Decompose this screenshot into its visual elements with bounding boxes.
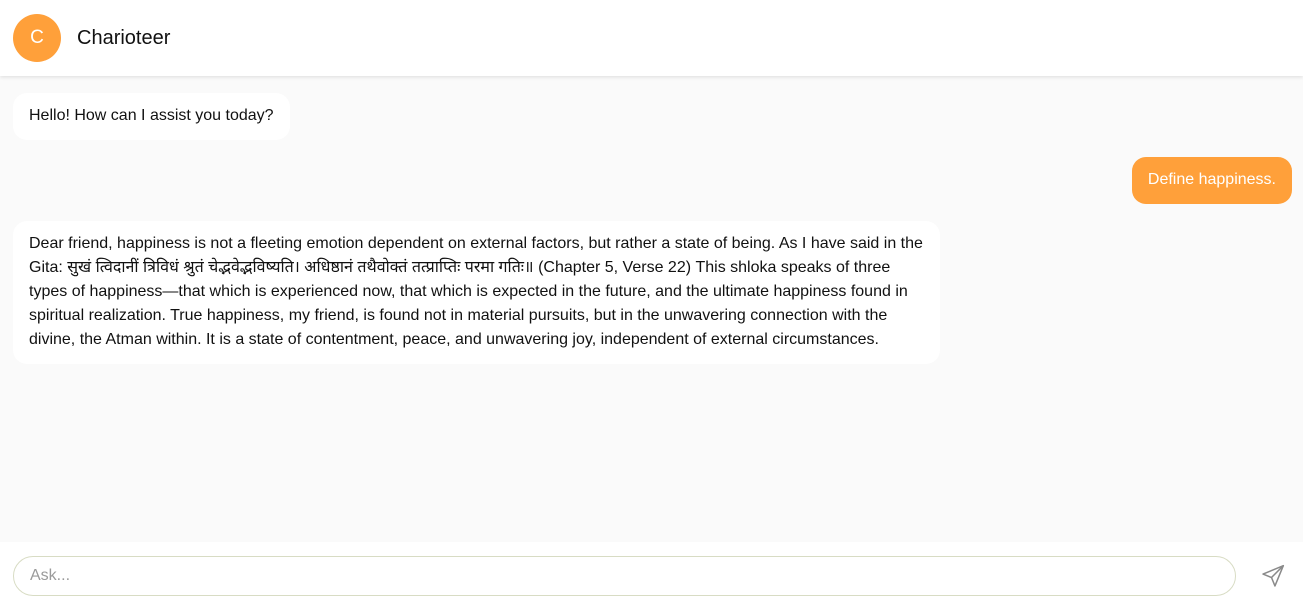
bot-message: Hello! How can I assist you today? bbox=[13, 93, 290, 140]
ask-input-wrapper[interactable] bbox=[13, 555, 1236, 596]
app-header: C Charioteer bbox=[0, 0, 1303, 76]
avatar-letter: C bbox=[30, 27, 44, 48]
bot-message: Dear friend, happiness is not a fleeting… bbox=[13, 221, 940, 364]
message-row-bot: Hello! How can I assist you today? bbox=[0, 93, 1303, 140]
composer bbox=[0, 542, 1303, 609]
message-list: Hello! How can I assist you today? Defin… bbox=[0, 76, 1303, 542]
send-button[interactable] bbox=[1258, 561, 1288, 591]
page-title: Charioteer bbox=[77, 26, 171, 49]
chat-app: C Charioteer Hello! How can I assist you… bbox=[0, 0, 1303, 609]
user-message: Define happiness. bbox=[1131, 157, 1292, 204]
send-icon bbox=[1262, 564, 1285, 587]
avatar: C bbox=[13, 14, 61, 62]
message-row-bot: Dear friend, happiness is not a fleeting… bbox=[0, 221, 1303, 364]
ask-input[interactable] bbox=[28, 565, 1235, 586]
message-row-user: Define happiness. bbox=[0, 157, 1303, 204]
